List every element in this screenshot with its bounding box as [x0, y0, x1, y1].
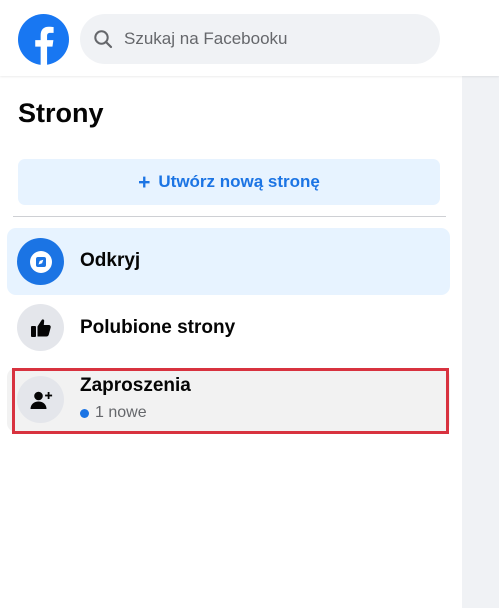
unread-dot-icon	[80, 408, 89, 418]
new-invites-badge: 1 nowe	[80, 404, 147, 422]
thumbs-up-icon	[17, 304, 64, 351]
new-invites-count: 1 nowe	[95, 404, 147, 421]
divider	[13, 216, 446, 217]
search-icon	[94, 30, 113, 49]
page-title: Strony	[18, 98, 104, 128]
content-area	[462, 76, 499, 608]
plus-icon: +	[138, 170, 151, 194]
sidebar-item-label: Polubione strony	[80, 317, 236, 338]
search-bar[interactable]	[80, 14, 440, 64]
discover-pages-icon	[17, 238, 64, 285]
sidebar-item-label: Odkryj	[80, 250, 141, 271]
sidebar-item-label: Zaproszenia	[80, 375, 191, 396]
sidebar-item-invitations[interactable]: Zaproszenia 1 nowe	[7, 368, 450, 432]
facebook-logo-icon[interactable]	[18, 14, 69, 65]
sidebar-item-liked-pages[interactable]: Polubione strony	[7, 295, 450, 361]
create-page-button[interactable]: + Utwórz nową stronę	[18, 159, 440, 205]
search-input[interactable]	[124, 14, 424, 64]
sidebar-item-discover[interactable]: Odkryj	[7, 228, 450, 295]
add-person-icon	[17, 376, 64, 423]
top-bar	[0, 0, 499, 76]
pages-sidebar: Strony + Utwórz nową stronę Odkryj Polub…	[0, 76, 462, 608]
create-page-label: Utwórz nową stronę	[158, 172, 320, 191]
